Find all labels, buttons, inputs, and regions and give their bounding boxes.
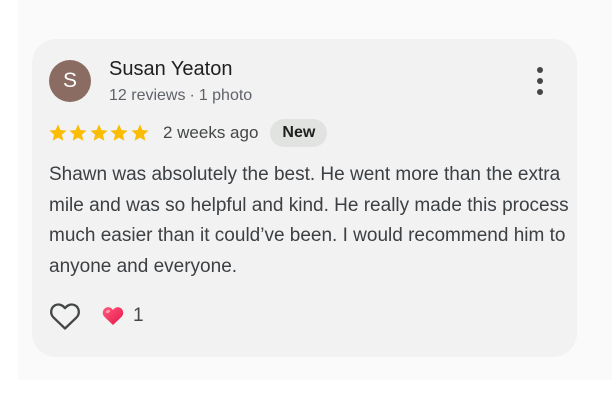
star-icon [90,124,108,141]
reviewer-stats: 12 reviews · 1 photo [109,87,252,105]
menu-dot [537,78,543,84]
star-icon [130,124,149,141]
star-icon [110,124,128,141]
new-badge: New [270,119,328,147]
review-text: Shawn was absolutely the best. He went m… [49,164,569,277]
heart-outline-icon [50,303,80,330]
star-rating [48,123,150,143]
review-actions: 1 [48,298,144,334]
review-count: 12 reviews [109,87,186,104]
stats-separator: · [189,87,195,104]
avatar[interactable]: S [49,60,91,102]
more-vert-icon[interactable] [528,65,552,97]
photo-count: 1 photo [198,87,253,104]
star-icon [69,124,87,141]
reviewer-name[interactable]: Susan Yeaton [109,58,232,81]
menu-dot [537,89,543,95]
rating-row: 2 weeks ago New [48,119,328,147]
review-card: S Susan Yeaton 12 reviews · 1 photo 2 week… [32,39,577,357]
menu-dot [537,67,543,73]
avatar-initial: S [62,69,77,92]
like-button[interactable] [48,299,82,333]
heart-emoji-icon [102,307,124,325]
review-date: 2 weeks ago [162,123,259,142]
star-icon [49,124,67,141]
reaction-summary[interactable]: 1 [102,305,144,327]
reaction-count: 1 [133,305,144,326]
